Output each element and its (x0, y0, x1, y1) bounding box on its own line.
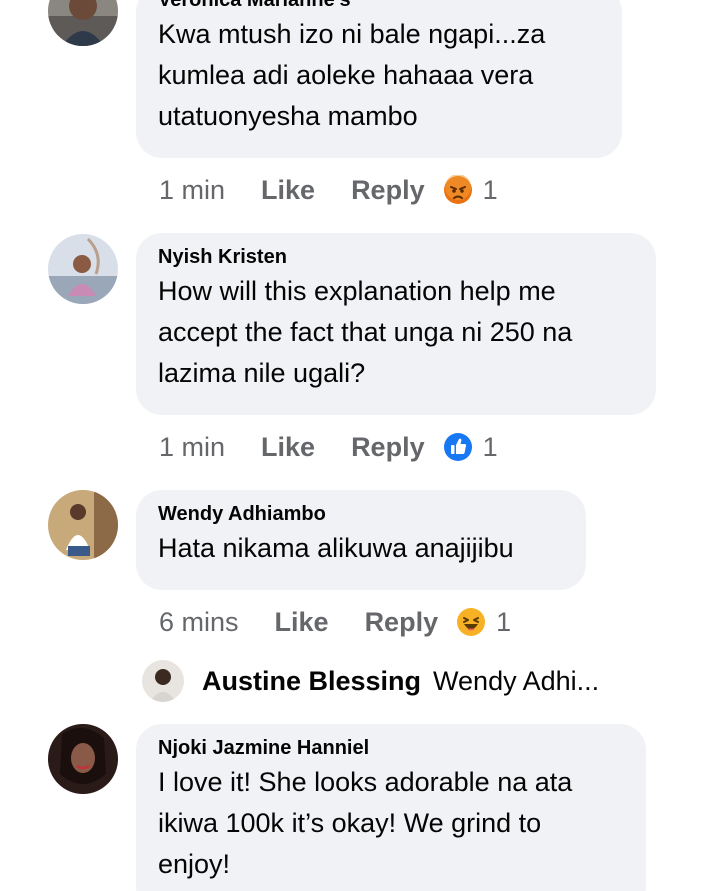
avatar[interactable] (48, 724, 118, 794)
comment-actions: 6 mins Like Reply 1 (159, 602, 511, 642)
comment-bubble: Nyish Kristen How will this explanation … (136, 233, 656, 415)
comment-text-line: How will this explanation help me (158, 276, 556, 306)
comment-bubble: Wendy Adhiambo Hata nikama alikuwa anaji… (136, 490, 586, 590)
comment-author[interactable]: Nyish Kristen (158, 245, 634, 269)
avatar[interactable] (48, 0, 118, 46)
angry-emoji-icon (443, 175, 473, 205)
comment-timestamp[interactable]: 1 min (159, 175, 225, 206)
reaction-summary[interactable]: 1 (443, 175, 498, 206)
comment-text-line: I love it! She looks adorable na ata (158, 767, 573, 797)
view-reply-preview[interactable]: Austine Blessing Wendy Adhi... (142, 655, 599, 707)
comment-text-line: enjoy! (158, 849, 231, 879)
comment-actions: 1 min Like Reply 1 (159, 427, 498, 467)
comment-text-line: utatuonyesha mambo (158, 101, 418, 131)
comment-author[interactable]: Wendy Adhiambo (158, 502, 564, 526)
laughing-emoji-icon (456, 607, 486, 637)
reply-snippet: Wendy Adhi... (433, 665, 600, 696)
reaction-summary[interactable]: 1 (456, 607, 511, 638)
thumbs-up-icon (443, 432, 473, 462)
comment-text-line: kumlea adi aoleke hahaaa vera (158, 60, 534, 90)
comment-author[interactable]: Veronica Marianne's (158, 0, 600, 12)
reply-button[interactable]: Reply (351, 432, 425, 463)
avatar[interactable] (48, 490, 118, 560)
reply-author: Austine Blessing (202, 665, 422, 696)
comment-timestamp[interactable]: 6 mins (159, 607, 239, 638)
comment-text-line: Kwa mtush izo ni bale ngapi...za (158, 19, 546, 49)
comment-timestamp[interactable]: 1 min (159, 432, 225, 463)
reply-button[interactable]: Reply (365, 607, 439, 638)
comment-text-line: accept the fact that unga ni 250 na (158, 317, 573, 347)
reaction-count: 1 (496, 606, 512, 637)
comment-text-line: ikiwa 100k it’s okay! We grind to (158, 808, 542, 838)
avatar[interactable] (48, 234, 118, 304)
reply-button[interactable]: Reply (351, 175, 425, 206)
comment-bubble: Njoki Jazmine Hanniel I love it! She loo… (136, 724, 646, 891)
comment-bubble: Veronica Marianne's Kwa mtush izo ni bal… (136, 0, 622, 158)
like-button[interactable]: Like (261, 432, 315, 463)
comment-text-line: lazima nile ugali? (158, 358, 366, 388)
like-button[interactable]: Like (261, 175, 315, 206)
reaction-summary[interactable]: 1 (443, 432, 498, 463)
reaction-count: 1 (482, 174, 498, 205)
reaction-count: 1 (482, 431, 498, 462)
comment-text-line: Hata nikama alikuwa anajijibu (158, 533, 514, 563)
comment-author[interactable]: Njoki Jazmine Hanniel (158, 736, 624, 760)
comment-actions: 1 min Like Reply 1 (159, 170, 498, 210)
like-button[interactable]: Like (275, 607, 329, 638)
comment-thread: Veronica Marianne's Kwa mtush izo ni bal… (0, 0, 720, 891)
avatar (142, 660, 184, 702)
